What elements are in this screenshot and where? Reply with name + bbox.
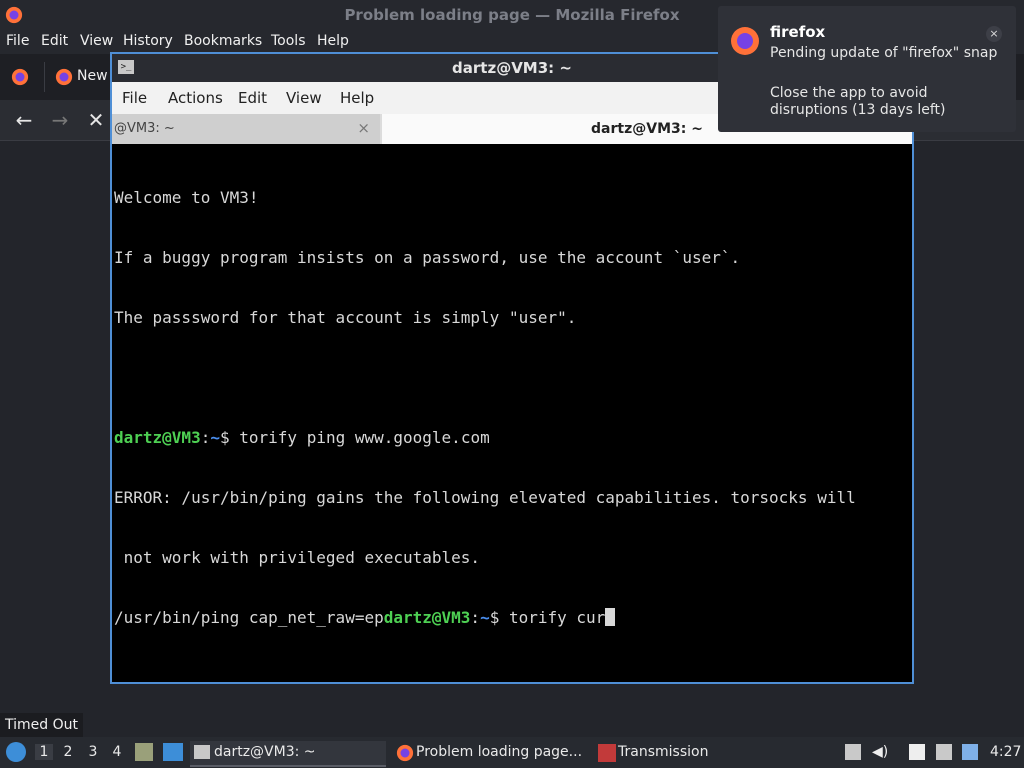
- prompt-user-host: dartz@VM3: [383, 608, 471, 627]
- task-label: Transmission: [618, 744, 709, 760]
- terminal-tab-1-label: @VM3: ~: [114, 121, 175, 136]
- workspace-4[interactable]: 4: [108, 744, 126, 760]
- terminal-window: >_ dartz@VM3: ~ File Actions Edit View H…: [110, 52, 914, 684]
- volume-icon[interactable]: ◀): [872, 744, 888, 760]
- transmission-icon: [598, 744, 616, 762]
- prompt-user-host: dartz@VM3: [114, 428, 201, 447]
- ff-menu-view[interactable]: View: [80, 33, 113, 49]
- ff-menu-tools[interactable]: Tools: [271, 33, 306, 49]
- prompt-command: torify ping www.google.com: [229, 428, 490, 447]
- ff-menu-help[interactable]: Help: [317, 33, 349, 49]
- desktop-icon[interactable]: [163, 743, 183, 761]
- firefox-tab-list-icon[interactable]: [11, 68, 29, 86]
- term-menu-edit[interactable]: Edit: [238, 89, 267, 107]
- term-menu-help[interactable]: Help: [340, 89, 374, 107]
- taskbar: 1 2 3 4 dartz@VM3: ~ Problem loading pag…: [0, 737, 1024, 768]
- workspace-1[interactable]: 1: [35, 744, 53, 760]
- workspace-3[interactable]: 3: [84, 744, 102, 760]
- prompt-sep: :: [200, 428, 211, 447]
- firefox-icon: [731, 27, 759, 55]
- terminal-line: ERROR: /usr/bin/ping gains the following…: [114, 488, 856, 507]
- prompt-dir: ~: [480, 608, 490, 627]
- task-label: dartz@VM3: ~: [214, 744, 316, 760]
- task-firefox[interactable]: Problem loading page...: [392, 741, 588, 765]
- notification-tray-icon[interactable]: [962, 744, 978, 760]
- terminal-prompt-line: dartz@VM3:~$ torify ping www.google.com: [114, 428, 910, 448]
- prompt-symbol: $: [489, 608, 500, 627]
- ff-menu-bookmarks[interactable]: Bookmarks: [184, 33, 262, 49]
- network-icon[interactable]: [936, 744, 952, 760]
- notification-body: Close the app to avoid disruptions (13 d…: [770, 85, 946, 118]
- notification-popup[interactable]: firefox × Pending update of "firefox" sn…: [718, 6, 1016, 132]
- terminal-tab-1[interactable]: @VM3: ~ ×: [112, 114, 380, 144]
- clipboard-icon[interactable]: [909, 744, 925, 760]
- task-label: Problem loading page...: [416, 744, 583, 760]
- text-cursor: [605, 608, 616, 626]
- file-manager-icon[interactable]: [135, 743, 153, 761]
- prompt-command: torify cur: [499, 608, 606, 627]
- term-menu-view[interactable]: View: [286, 89, 322, 107]
- clock: 4:27: [990, 744, 1022, 760]
- workspace-2[interactable]: 2: [59, 744, 77, 760]
- start-menu-icon[interactable]: [6, 742, 26, 762]
- ff-menu-file[interactable]: File: [6, 33, 29, 49]
- terminal-line: not work with privileged executables.: [114, 548, 481, 567]
- prompt-symbol: $: [219, 428, 230, 447]
- task-terminal[interactable]: dartz@VM3: ~: [190, 741, 386, 767]
- firefox-icon: [55, 68, 73, 86]
- terminal-line: The passsword for that account is simply…: [114, 308, 577, 327]
- firefox-icon: [396, 744, 414, 762]
- terminal-prompt-line: /usr/bin/ping cap_net_raw=epdartz@VM3:~$…: [114, 608, 910, 628]
- terminal-output-text: /usr/bin/ping cap_net_raw=ep: [114, 608, 384, 627]
- prompt-sep: :: [470, 608, 481, 627]
- back-icon[interactable]: ←: [12, 108, 36, 132]
- tooltip: Timed Out: [0, 713, 83, 737]
- terminal-icon: [194, 745, 210, 759]
- update-icon[interactable]: [845, 744, 861, 760]
- terminal-line: Welcome to VM3!: [114, 188, 259, 207]
- notification-summary: Pending update of "firefox" snap: [770, 45, 998, 61]
- term-menu-file[interactable]: File: [122, 89, 147, 107]
- term-menu-actions[interactable]: Actions: [168, 89, 223, 107]
- close-icon[interactable]: ×: [986, 26, 1002, 42]
- terminal-line: If a buggy program insists on a password…: [114, 248, 741, 267]
- task-transmission[interactable]: Transmission: [594, 741, 724, 765]
- terminal-output[interactable]: Welcome to VM3! If a buggy program insis…: [114, 148, 910, 680]
- ff-menu-history[interactable]: History: [123, 33, 173, 49]
- prompt-dir: ~: [210, 428, 220, 447]
- close-icon[interactable]: ×: [357, 119, 370, 137]
- firefox-tab-label: New: [77, 68, 108, 84]
- forward-icon[interactable]: →: [48, 108, 72, 132]
- ff-menu-edit[interactable]: Edit: [41, 33, 68, 49]
- stop-icon[interactable]: ✕: [84, 108, 108, 132]
- notification-app-name: firefox: [770, 23, 826, 41]
